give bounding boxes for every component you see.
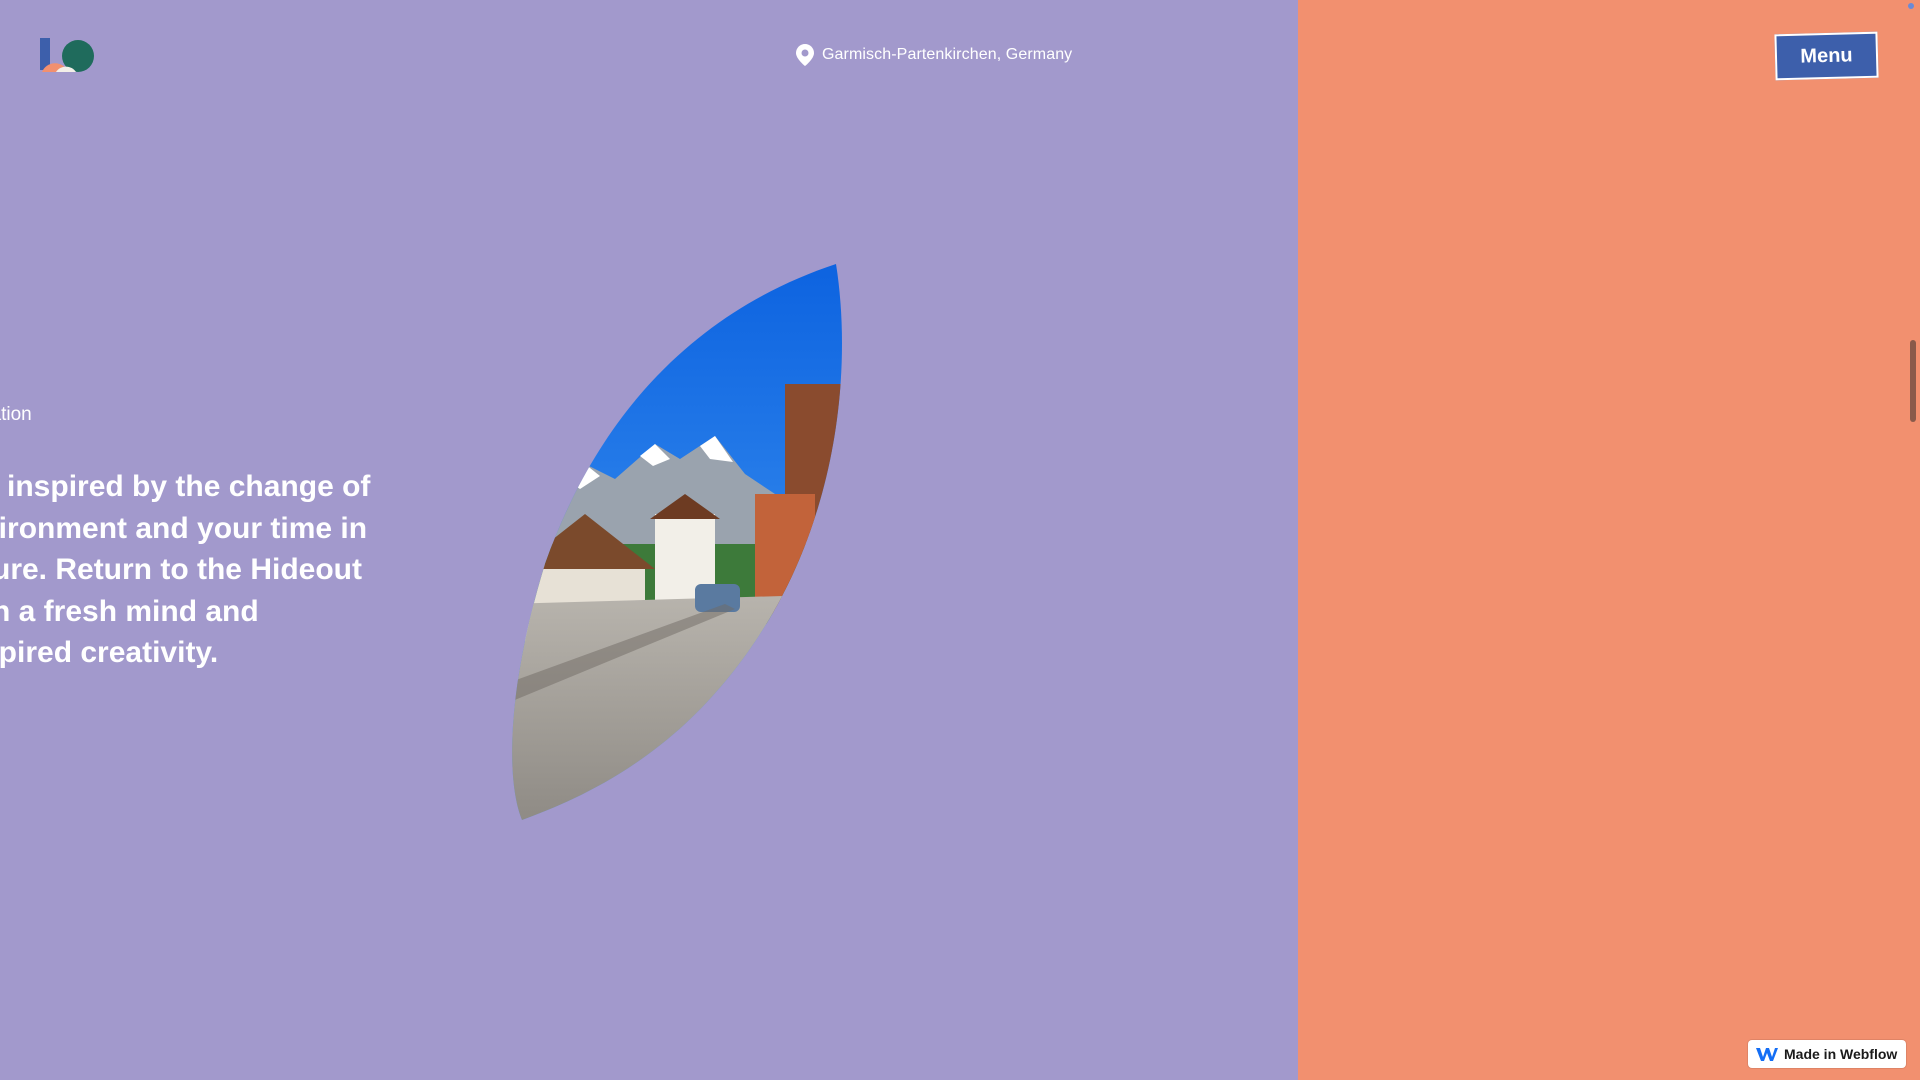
headline-line: vironment and your time in	[0, 511, 368, 545]
headline-line: spired creativity.	[0, 636, 219, 669]
map-pin-icon	[796, 44, 814, 66]
headline-line: ture. Return to the Hideout	[0, 553, 362, 586]
headline-line: th a fresh mind and	[0, 594, 259, 628]
right-panel	[1298, 0, 1920, 1080]
brand-logo-icon[interactable]	[38, 36, 94, 76]
corner-indicator	[1908, 3, 1914, 9]
location: Garmisch-Partenkirchen, Germany	[796, 44, 1072, 66]
scrollbar-thumb[interactable]	[1910, 340, 1916, 422]
left-panel: iration e inspired by the change of viro…	[0, 0, 1298, 1080]
made-in-webflow-badge[interactable]: Made in Webflow	[1748, 1040, 1906, 1068]
badge-label: Made in Webflow	[1784, 1046, 1898, 1062]
leaf-shaped-village-photo	[512, 264, 842, 820]
headline-line: e inspired by the change of	[0, 470, 371, 503]
location-text: Garmisch-Partenkirchen, Germany	[822, 46, 1073, 63]
section-label: iration	[0, 404, 32, 425]
headline: e inspired by the change of vironment an…	[0, 466, 422, 674]
menu-button[interactable]: Menu	[1774, 31, 1879, 81]
webflow-logo-icon	[1756, 1048, 1778, 1061]
